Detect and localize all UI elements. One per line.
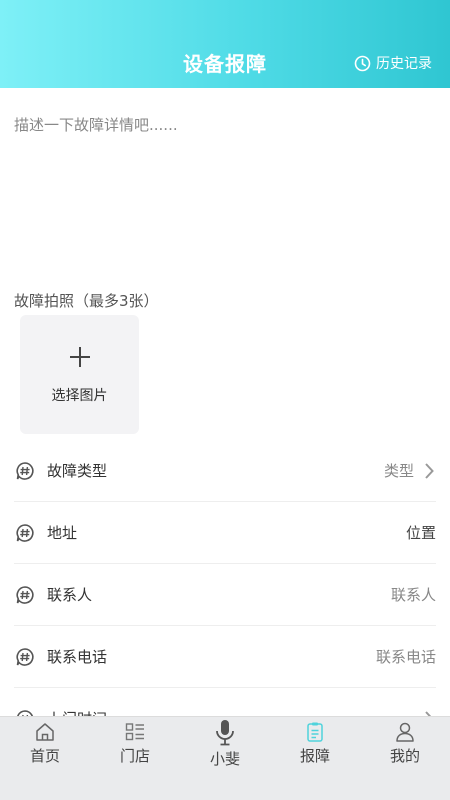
plus-icon — [20, 341, 139, 373]
history-button[interactable]: 历史记录 — [354, 52, 432, 74]
hash-bubble-icon — [14, 522, 36, 544]
tab-label: 首页 — [29, 747, 60, 765]
tab-store[interactable]: 门店 — [90, 717, 180, 777]
row-value: 位置 — [405, 524, 436, 542]
bottom-tab-bar: 首页 门店 小斐 报障 我的 — [0, 716, 450, 800]
row-address[interactable]: 地址 位置 — [14, 502, 436, 564]
report-icon — [270, 721, 360, 745]
tab-label: 门店 — [119, 747, 150, 765]
tab-home[interactable]: 首页 — [0, 717, 90, 777]
description-textarea[interactable]: 描述一下故障详情吧...... — [14, 114, 434, 274]
tab-label: 报障 — [299, 747, 330, 765]
add-photo-button[interactable]: 选择图片 — [20, 315, 139, 434]
tab-mine[interactable]: 我的 — [360, 717, 450, 777]
microphone-icon — [180, 719, 270, 746]
hash-bubble-icon — [14, 460, 36, 482]
row-fault-type[interactable]: 故障类型 类型 — [14, 440, 436, 502]
home-icon — [0, 721, 90, 745]
row-label: 联系电话 — [47, 648, 108, 666]
tab-xiaofei[interactable]: 小斐 — [180, 717, 270, 777]
app-header: 设备报障 历史记录 — [0, 0, 450, 88]
row-contact[interactable]: 联系人 联系人 — [14, 564, 436, 626]
clock-icon — [354, 55, 371, 71]
add-photo-label: 选择图片 — [51, 388, 108, 404]
history-label: 历史记录 — [376, 56, 432, 72]
row-value: 类型 — [383, 462, 414, 480]
store-list-icon — [90, 721, 180, 745]
row-label: 地址 — [47, 524, 78, 542]
hash-bubble-icon — [14, 646, 36, 668]
row-label: 故障类型 — [47, 462, 108, 480]
photo-section-label: 故障拍照（最多3张） — [14, 292, 159, 310]
row-phone[interactable]: 联系电话 联系电话 — [14, 626, 436, 688]
row-label: 联系人 — [47, 586, 93, 604]
user-icon — [360, 721, 450, 745]
chevron-right-icon — [424, 462, 436, 479]
hash-bubble-icon — [14, 584, 36, 606]
form-rows: 故障类型 类型 地址 位置 联系人 联系人 联系电话 联系电话 上门时间 — [14, 440, 436, 750]
tab-report[interactable]: 报障 — [270, 717, 360, 777]
tab-label: 小斐 — [209, 750, 240, 768]
description-placeholder: 描述一下故障详情吧...... — [14, 116, 178, 134]
row-value: 联系人 — [390, 586, 436, 604]
tab-label: 我的 — [389, 747, 420, 765]
row-value: 联系电话 — [375, 648, 436, 666]
